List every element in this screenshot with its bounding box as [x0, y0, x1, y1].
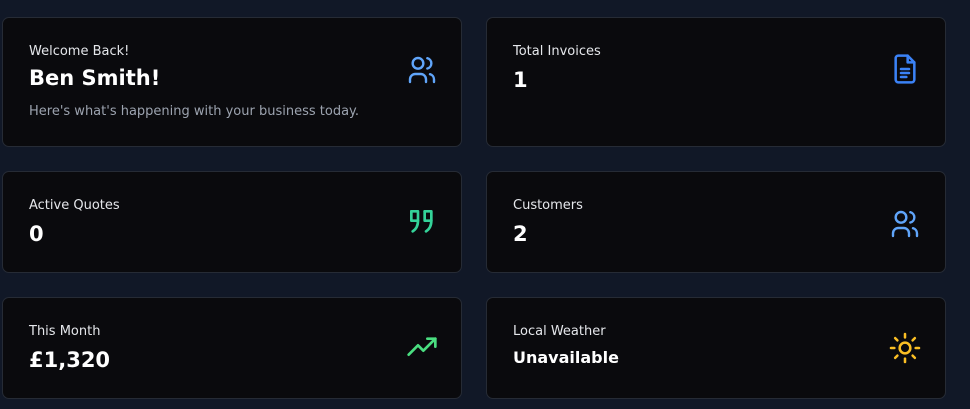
customers-label: Customers [513, 198, 583, 213]
local-weather-value: Unavailable [513, 348, 619, 367]
this-month-value: £1,320 [29, 348, 111, 372]
this-month-card: This Month £1,320 [2, 297, 462, 399]
customers-card: Customers 2 [486, 171, 946, 273]
active-quotes-card: Active Quotes 0 [2, 171, 462, 273]
this-month-label: This Month [29, 324, 101, 339]
welcome-card: Welcome Back! Ben Smith! Here's what's h… [2, 17, 462, 147]
active-quotes-label: Active Quotes [29, 198, 120, 213]
local-weather-card: Local Weather Unavailable [486, 297, 946, 399]
welcome-subtitle: Here's what's happening with your busine… [29, 104, 360, 119]
trending-up-icon [406, 332, 438, 364]
welcome-greeting: Welcome Back! [29, 44, 130, 59]
active-quotes-value: 0 [29, 222, 44, 246]
local-weather-label: Local Weather [513, 324, 606, 339]
total-invoices-card: Total Invoices 1 [486, 17, 946, 147]
users-icon [406, 54, 438, 86]
total-invoices-label: Total Invoices [513, 44, 601, 59]
sun-icon [889, 332, 921, 364]
document-icon [889, 53, 921, 85]
total-invoices-value: 1 [513, 68, 528, 92]
user-name: Ben Smith! [29, 66, 161, 90]
users-icon [889, 208, 921, 240]
quote-icon [406, 206, 438, 238]
customers-value: 2 [513, 222, 528, 246]
